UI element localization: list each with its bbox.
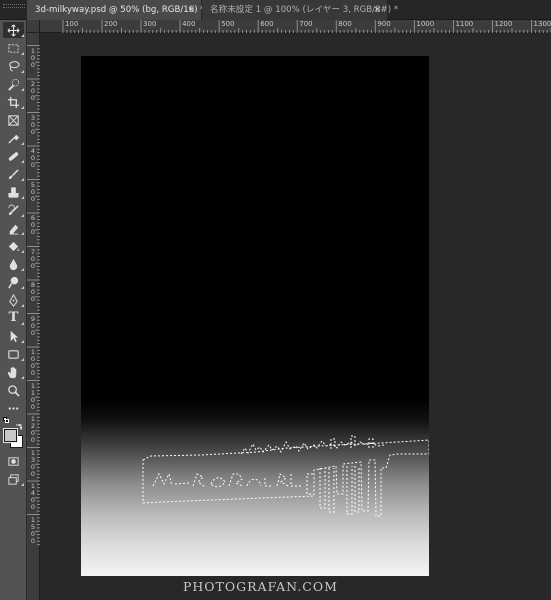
ruler-label: 400 — [30, 147, 36, 169]
ruler-label: 800 — [30, 281, 36, 303]
swap-colors-icon[interactable] — [15, 416, 23, 431]
marquee-tool[interactable] — [3, 40, 24, 56]
pen-tool[interactable] — [3, 292, 24, 308]
hand-icon — [7, 366, 20, 379]
horizontal-ruler[interactable]: 100 200 300 400 500 600 700 800 900 1000 1100 1200 1… — [40, 20, 551, 33]
ruler-label: 1100 — [455, 20, 474, 28]
paint-bucket-tool[interactable] — [3, 238, 24, 254]
ruler-label: 600 — [260, 20, 274, 28]
crop-icon — [7, 96, 20, 109]
path-selection-icon — [7, 330, 20, 343]
ruler-label: 1000 — [416, 20, 435, 28]
ruler-label: 500 — [30, 180, 36, 203]
marquee-icon — [7, 42, 20, 55]
crop-tool[interactable] — [3, 94, 24, 110]
ruler-label: 600 — [30, 214, 36, 236]
quick-selection-tool[interactable] — [3, 76, 24, 92]
history-brush-tool[interactable] — [3, 202, 24, 218]
ruler-label: 300 — [143, 20, 157, 28]
ruler-label: 1000 — [30, 348, 36, 377]
tab-3d-milkyway[interactable]: 3d-milkyway.psd @ 50% (bg, RGB/16) * × — [27, 0, 205, 20]
ruler-label: 400 — [182, 20, 196, 28]
move-icon — [7, 24, 20, 37]
zoom-icon — [7, 384, 20, 397]
document-tab-bar: 3d-milkyway.psd @ 50% (bg, RGB/16) * × 名… — [0, 0, 551, 20]
brush-tool[interactable] — [3, 166, 24, 182]
blur-icon — [7, 258, 20, 271]
screen-mode-icon — [7, 473, 20, 486]
tab-label: 3d-milkyway.psd @ 50% (bg, RGB/16) * — [35, 5, 205, 15]
blur-tool[interactable] — [3, 256, 24, 272]
ruler-label: 1500 — [30, 515, 36, 545]
ruler-label: 1400 — [30, 482, 36, 511]
history-brush-icon — [7, 204, 20, 217]
ruler-label: 100 — [30, 46, 36, 69]
foreground-color-swatch[interactable] — [4, 429, 17, 442]
brush-icon — [7, 168, 20, 181]
ruler-label: 700 — [299, 20, 313, 28]
ruler-label: 1200 — [30, 415, 36, 444]
ruler-label: 200 — [104, 20, 118, 28]
pen-icon — [7, 293, 20, 307]
quick-mask-icon — [7, 455, 20, 468]
ruler-label: 1300 — [30, 448, 36, 478]
path-selection-tool[interactable] — [3, 328, 24, 344]
tools-panel: T — [0, 20, 27, 600]
eyedropper-icon — [7, 132, 20, 145]
ruler-label: 700 — [30, 247, 36, 270]
image-canvas[interactable] — [81, 56, 429, 576]
type-icon: T — [8, 310, 19, 325]
ruler-label: 100 — [64, 20, 79, 28]
rectangle-icon — [7, 348, 20, 361]
watermark: PHOTOGRAFAN.COM — [183, 579, 338, 594]
lasso-tool[interactable] — [3, 58, 24, 74]
healing-brush-tool[interactable] — [3, 148, 24, 164]
edit-toolbar[interactable] — [3, 400, 24, 416]
more-tools-icon — [7, 402, 20, 415]
lasso-icon — [7, 60, 20, 73]
screen-mode-button[interactable] — [3, 471, 24, 487]
ruler-origin[interactable] — [27, 20, 40, 33]
clone-stamp-tool[interactable] — [3, 184, 24, 200]
ruler-label: 1100 — [30, 381, 36, 411]
ruler-label: 1300 — [533, 20, 551, 28]
vertical-ruler[interactable]: 100 200 300 400 500 600 700 800 900 1000 1100 1200 1… — [27, 33, 40, 600]
ruler-label: 900 — [377, 20, 391, 28]
dodge-icon — [7, 276, 20, 289]
paint-bucket-icon — [7, 240, 20, 253]
eyedropper-tool[interactable] — [3, 130, 24, 146]
quick-mask-button[interactable] — [3, 453, 24, 469]
healing-brush-icon — [7, 150, 20, 163]
ruler-label: 300 — [30, 113, 36, 136]
ruler-label: 900 — [30, 314, 36, 337]
close-icon[interactable]: × — [373, 0, 381, 20]
default-colors-icon[interactable] — [3, 417, 10, 424]
frame-tool[interactable] — [3, 112, 24, 128]
eraser-icon — [7, 222, 20, 235]
clone-stamp-icon — [7, 186, 20, 199]
dodge-tool[interactable] — [3, 274, 24, 290]
tab-untitled-1[interactable]: 名称未設定 1 @ 100% (レイヤー 3, RGB/8#) * × — [202, 0, 398, 20]
rectangle-tool[interactable] — [3, 346, 24, 362]
frame-icon — [7, 114, 20, 127]
close-icon[interactable]: × — [187, 0, 195, 20]
quick-selection-icon — [7, 78, 20, 91]
type-tool[interactable]: T — [3, 310, 24, 326]
eraser-tool[interactable] — [3, 220, 24, 236]
hand-tool[interactable] — [3, 364, 24, 380]
ruler-label: 200 — [30, 80, 36, 102]
move-tool[interactable] — [3, 22, 24, 38]
panel-grip[interactable] — [3, 4, 25, 8]
ruler-label: 1200 — [494, 20, 513, 28]
ruler-label: 500 — [221, 20, 235, 28]
tab-label: 名称未設定 1 @ 100% (レイヤー 3, RGB/8#) * — [210, 5, 399, 15]
ruler-label: 800 — [338, 20, 352, 28]
zoom-tool[interactable] — [3, 382, 24, 398]
